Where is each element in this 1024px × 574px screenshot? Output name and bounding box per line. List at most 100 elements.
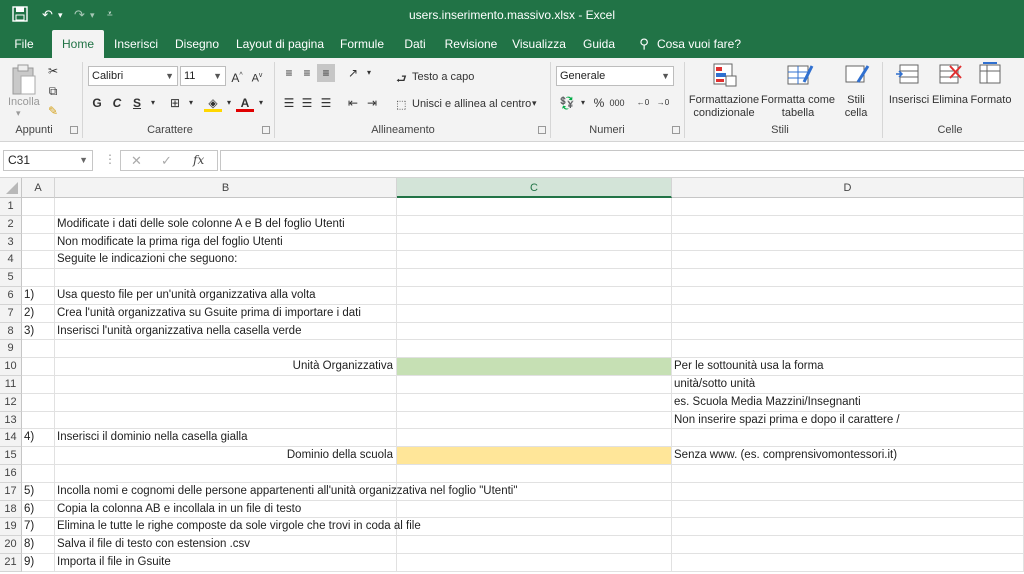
- cell-c[interactable]: [397, 465, 672, 483]
- cell-b[interactable]: Inserisci l'unità organizzativa nella ca…: [55, 322, 397, 341]
- cell-d[interactable]: [672, 500, 1024, 519]
- cell-b[interactable]: [55, 465, 397, 483]
- cell-a[interactable]: 6): [22, 500, 55, 519]
- row-header[interactable]: 5: [0, 269, 22, 287]
- row-header[interactable]: 12: [0, 393, 22, 412]
- cell-a[interactable]: [22, 233, 55, 252]
- cell-b[interactable]: Usa questo file per un'unità organizzati…: [55, 287, 397, 305]
- cell-b[interactable]: Crea l'unità organizzativa su Gsuite pri…: [55, 304, 397, 323]
- cell-c[interactable]: [397, 358, 672, 376]
- column-header-d[interactable]: D: [672, 178, 1024, 198]
- cell-b[interactable]: Elimina le tutte le righe composte da so…: [55, 518, 421, 537]
- cell-b[interactable]: Copia la colonna AB e incollala in un fi…: [55, 500, 397, 519]
- cell-d[interactable]: es. Scuola Media Mazzini/Insegnanti: [672, 393, 1024, 412]
- cell-b[interactable]: Salva il file di testo con estension .cs…: [55, 536, 397, 554]
- format-cells-button[interactable]: Formato: [968, 94, 1014, 107]
- decrease-decimal-icon[interactable]: →0: [654, 94, 672, 112]
- increase-decimal-icon[interactable]: ←0: [634, 94, 652, 112]
- row-header[interactable]: 4: [0, 251, 22, 270]
- alignment-launcher-icon[interactable]: [538, 126, 546, 134]
- cell-b[interactable]: Modificate i dati delle sole colonne A e…: [55, 215, 397, 234]
- font-name-combo[interactable]: Calibri ▼: [88, 66, 178, 86]
- merge-dropdown-icon[interactable]: ▾: [532, 98, 537, 109]
- cell-a[interactable]: [22, 358, 55, 376]
- cell-a[interactable]: [22, 269, 55, 287]
- row-header[interactable]: 2: [0, 215, 22, 234]
- insert-function-button[interactable]: fx: [193, 153, 204, 167]
- cell-c[interactable]: [397, 376, 672, 394]
- cell-a[interactable]: 4): [22, 429, 55, 448]
- cell-d[interactable]: [672, 465, 1024, 483]
- row-header[interactable]: 14: [0, 429, 22, 448]
- row-header[interactable]: 13: [0, 411, 22, 430]
- insert-cells-button[interactable]: Inserisci: [886, 94, 932, 107]
- column-header-b[interactable]: B: [55, 178, 397, 198]
- format-as-table-icon[interactable]: [786, 62, 814, 91]
- cell-a[interactable]: 7): [22, 518, 55, 537]
- cell-d[interactable]: [672, 304, 1024, 323]
- tab-page-layout[interactable]: Layout di pagina: [234, 30, 326, 58]
- row-header[interactable]: 17: [0, 482, 22, 501]
- cell-b[interactable]: Seguite le indicazioni che seguono:: [55, 251, 397, 270]
- cell-c[interactable]: [397, 411, 672, 430]
- cell-b[interactable]: Dominio della scuola: [55, 447, 397, 465]
- cell-d[interactable]: unità/sotto unità: [672, 376, 1024, 394]
- delete-cells-button[interactable]: Elimina: [930, 94, 970, 107]
- tab-insert[interactable]: Inserisci: [110, 30, 162, 58]
- cell-b[interactable]: [55, 411, 397, 430]
- column-header-a[interactable]: A: [22, 178, 55, 198]
- paste-button[interactable]: Incolla: [8, 96, 40, 108]
- cell-d[interactable]: Senza www. (es. comprensivomontessori.it…: [672, 447, 1024, 465]
- cell-a[interactable]: [22, 340, 55, 359]
- align-right-icon[interactable]: ☰: [317, 94, 335, 112]
- cell-c[interactable]: [397, 518, 672, 537]
- conditional-formatting-button[interactable]: Formattazione condizionale: [688, 94, 760, 120]
- decrease-indent-icon[interactable]: ⇤: [344, 94, 362, 112]
- cell-d[interactable]: Per le sottounità usa la forma: [672, 358, 1024, 376]
- delete-cells-icon[interactable]: [938, 62, 962, 89]
- cell-d[interactable]: [672, 536, 1024, 554]
- cell-d[interactable]: [672, 198, 1024, 216]
- cell-c[interactable]: [397, 215, 672, 234]
- row-header[interactable]: 18: [0, 500, 22, 519]
- cell-d[interactable]: [672, 233, 1024, 252]
- percent-button[interactable]: %: [590, 94, 608, 112]
- cell-c[interactable]: [397, 287, 672, 305]
- borders-dropdown-icon[interactable]: ▾: [182, 94, 200, 112]
- cell-d[interactable]: [672, 322, 1024, 341]
- cell-c[interactable]: [397, 233, 672, 252]
- thousands-separator-button[interactable]: 000: [608, 94, 626, 112]
- tab-help[interactable]: Guida: [578, 30, 620, 58]
- row-header[interactable]: 19: [0, 518, 22, 537]
- align-bottom-icon[interactable]: ≡: [317, 64, 335, 82]
- cell-b[interactable]: Non modificate la prima riga del foglio …: [55, 233, 397, 252]
- cell-a[interactable]: [22, 215, 55, 234]
- number-format-combo[interactable]: Generale ▼: [556, 66, 674, 86]
- increase-font-icon[interactable]: A^: [228, 67, 246, 85]
- cut-icon[interactable]: ✂: [44, 62, 62, 80]
- cancel-icon[interactable]: ✕: [131, 153, 142, 169]
- decrease-font-icon[interactable]: Av: [248, 67, 266, 85]
- tab-home[interactable]: Home: [52, 30, 104, 58]
- cell-c[interactable]: [397, 500, 672, 519]
- cell-d[interactable]: [672, 518, 1024, 537]
- number-launcher-icon[interactable]: [672, 126, 680, 134]
- cell-a[interactable]: 1): [22, 287, 55, 305]
- row-header[interactable]: 11: [0, 376, 22, 394]
- cell-c[interactable]: [397, 447, 672, 465]
- underline-dropdown-icon[interactable]: ▾: [144, 94, 162, 112]
- wrap-text-icon[interactable]: ⮐: [396, 70, 407, 91]
- cell-d[interactable]: [672, 482, 1024, 501]
- cell-c[interactable]: [397, 536, 672, 554]
- formula-input[interactable]: [220, 150, 1024, 171]
- cell-d[interactable]: [672, 251, 1024, 270]
- row-header[interactable]: 7: [0, 304, 22, 323]
- tab-data[interactable]: Dati: [398, 30, 432, 58]
- cell-a[interactable]: 9): [22, 554, 55, 572]
- orientation-dropdown-icon[interactable]: ▾: [360, 64, 378, 82]
- column-header-c[interactable]: C: [397, 178, 672, 198]
- cell-styles-icon[interactable]: [844, 62, 870, 91]
- align-top-icon[interactable]: ≡: [280, 64, 298, 82]
- row-header[interactable]: 16: [0, 465, 22, 483]
- row-header[interactable]: 10: [0, 358, 22, 376]
